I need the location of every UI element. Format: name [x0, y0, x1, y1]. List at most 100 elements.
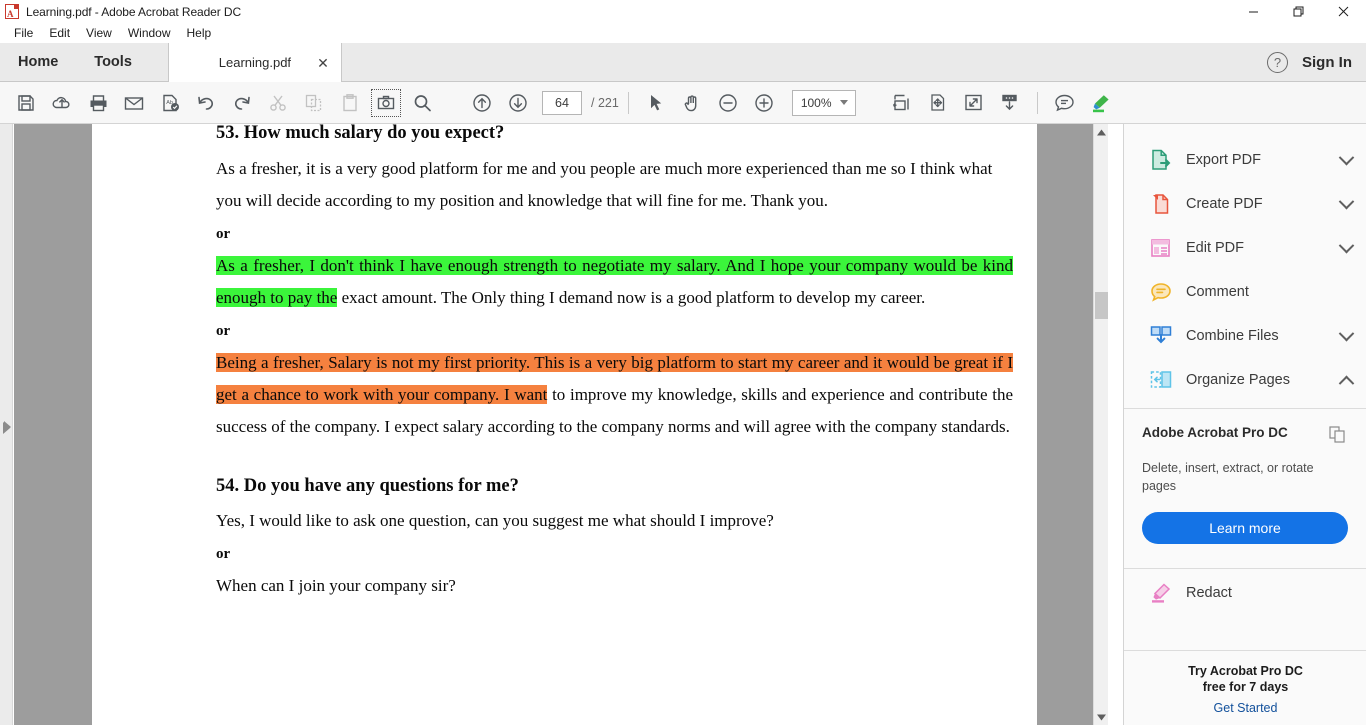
document-view[interactable]: 53. How much salary do you expect? As a … — [14, 124, 1108, 725]
fit-width-icon[interactable] — [884, 86, 920, 120]
acrobat-pro-promo-card: Adobe Acrobat Pro DC Delete, insert, ext… — [1124, 409, 1366, 562]
tool-edit-pdf-label: Edit PDF — [1186, 240, 1245, 256]
undo-icon[interactable] — [188, 86, 224, 120]
close-tab-icon[interactable]: ✕ — [317, 56, 329, 70]
scroll-down-icon[interactable] — [992, 86, 1028, 120]
acrobat-app-icon: A — [5, 4, 19, 19]
comment-icon — [1148, 279, 1174, 305]
menu-bar: File Edit View Window Help — [0, 23, 1366, 43]
trial-promo-line1: Try Acrobat Pro DC — [1188, 664, 1303, 678]
hand-tool-icon[interactable] — [674, 86, 710, 120]
help-icon[interactable]: ? — [1267, 51, 1288, 73]
chevron-down-icon — [839, 100, 848, 105]
question-53-answer-1: As a fresher, it is a very good platform… — [216, 158, 993, 210]
fullscreen-icon[interactable] — [956, 86, 992, 120]
trial-promo-line2: free for 7 days — [1202, 680, 1289, 694]
trial-promo-footer: Try Acrobat Pro DC free for 7 days Get S… — [1124, 650, 1366, 725]
tool-combine-files[interactable]: Combine Files — [1124, 314, 1366, 358]
menu-file[interactable]: File — [6, 24, 41, 42]
chevron-down-icon[interactable] — [1338, 193, 1355, 209]
page-number-input[interactable]: 64 — [542, 90, 582, 115]
next-page-icon[interactable] — [500, 86, 536, 120]
pdf-page-content: 53. How much salary do you expect? As a … — [92, 124, 1037, 602]
zoom-level-select[interactable]: 100% — [791, 89, 856, 116]
snapshot-icon[interactable] — [368, 86, 404, 120]
menu-edit[interactable]: Edit — [41, 24, 78, 42]
get-started-link[interactable]: Get Started — [1134, 701, 1357, 715]
export-pdf-icon — [1148, 147, 1174, 173]
close-button[interactable] — [1321, 0, 1366, 23]
scroll-up-icon[interactable] — [1094, 124, 1108, 140]
save-icon[interactable] — [8, 86, 44, 120]
sign-in-button[interactable]: Sign In — [1302, 54, 1352, 71]
search-icon[interactable] — [404, 86, 440, 120]
document-tab[interactable]: Learning.pdf ✕ — [167, 43, 342, 82]
redact-marker-icon — [1148, 580, 1174, 606]
organize-pages-icon — [1148, 367, 1174, 393]
home-button[interactable]: Home — [0, 43, 76, 81]
copy-icon — [296, 86, 332, 120]
zoom-out-icon[interactable] — [710, 86, 746, 120]
zoom-in-icon[interactable] — [746, 86, 782, 120]
learn-more-button[interactable]: Learn more — [1142, 512, 1348, 544]
tool-export-pdf-label: Export PDF — [1186, 152, 1261, 168]
tools-list: Export PDF Create PDF Edit PDF Comment C… — [1124, 124, 1366, 402]
restore-button[interactable] — [1276, 0, 1321, 23]
tool-redact[interactable]: Redact — [1124, 569, 1366, 617]
document-scrollbar[interactable] — [1093, 124, 1108, 725]
or-separator-2: or — [216, 322, 231, 339]
pdf-page: 53. How much salary do you expect? As a … — [92, 124, 1037, 725]
or-separator-3: or — [216, 546, 231, 562]
select-tool-icon[interactable] — [638, 86, 674, 120]
create-pdf-icon — [1148, 191, 1174, 217]
redo-icon[interactable] — [224, 86, 260, 120]
print-icon[interactable] — [80, 86, 116, 120]
previous-page-icon[interactable] — [464, 86, 500, 120]
toolbar-separator-2 — [1036, 91, 1038, 114]
or-separator-1: or — [216, 225, 231, 242]
minimize-button[interactable] — [1231, 0, 1276, 23]
save-to-cloud-icon[interactable] — [44, 86, 80, 120]
tool-combine-files-label: Combine Files — [1186, 328, 1279, 344]
tool-export-pdf[interactable]: Export PDF — [1124, 138, 1366, 182]
tool-comment-label: Comment — [1186, 284, 1249, 300]
page-total-label: / 221 — [591, 95, 619, 110]
pages-icon — [1328, 425, 1348, 450]
question-54-heading: 54. Do you have any questions for me? — [216, 475, 519, 496]
chevron-down-icon[interactable] — [1338, 325, 1355, 341]
tool-comment[interactable]: Comment — [1124, 270, 1366, 314]
promo-description: Delete, insert, extract, or rotate pages — [1142, 461, 1314, 493]
acrobat-reader-window: A Learning.pdf - Adobe Acrobat Reader DC — [0, 0, 1366, 725]
fit-page-icon[interactable] — [920, 86, 956, 120]
menu-view[interactable]: View — [78, 24, 120, 42]
main-toolbar: Ab 64 / 221 100% — [0, 82, 1366, 124]
paste-icon — [332, 86, 368, 120]
scrollbar-thumb[interactable] — [1095, 292, 1108, 319]
toolbar-separator-1 — [627, 91, 629, 114]
combine-files-icon — [1148, 323, 1174, 349]
question-53-answer-2: As a fresher, I don't think I have enoug… — [216, 250, 1013, 314]
chevron-up-icon[interactable] — [1338, 375, 1355, 391]
tool-organize-pages[interactable]: Organize Pages — [1124, 358, 1366, 402]
question-54-answer-2: When can I join your company sir? — [216, 576, 456, 595]
right-tools-panel: Export PDF Create PDF Edit PDF Comment C… — [1123, 124, 1366, 725]
sign-certify-icon[interactable]: Ab — [152, 86, 188, 120]
promo-header: Adobe Acrobat Pro DC — [1142, 425, 1348, 450]
chevron-down-icon[interactable] — [1338, 237, 1355, 253]
chevron-down-icon[interactable] — [1338, 149, 1355, 165]
tool-edit-pdf[interactable]: Edit PDF — [1124, 226, 1366, 270]
highlighter-icon[interactable] — [1083, 86, 1119, 120]
question-53-answer-3: Being a fresher, Salary is not my first … — [216, 347, 1013, 443]
tool-create-pdf-label: Create PDF — [1186, 196, 1263, 212]
email-icon[interactable] — [116, 86, 152, 120]
tools-button[interactable]: Tools — [76, 43, 150, 81]
menu-help[interactable]: Help — [179, 24, 220, 42]
comment-icon[interactable] — [1047, 86, 1083, 120]
tab-bar-right: ? Sign In — [1267, 43, 1366, 81]
scroll-down-arrow-icon[interactable] — [1094, 709, 1108, 725]
menu-window[interactable]: Window — [120, 24, 179, 42]
tool-create-pdf[interactable]: Create PDF — [1124, 182, 1366, 226]
document-tab-label: Learning.pdf — [218, 55, 292, 70]
promo-title: Adobe Acrobat Pro DC — [1142, 425, 1288, 440]
collapse-right-panel-icon[interactable] — [4, 421, 11, 433]
